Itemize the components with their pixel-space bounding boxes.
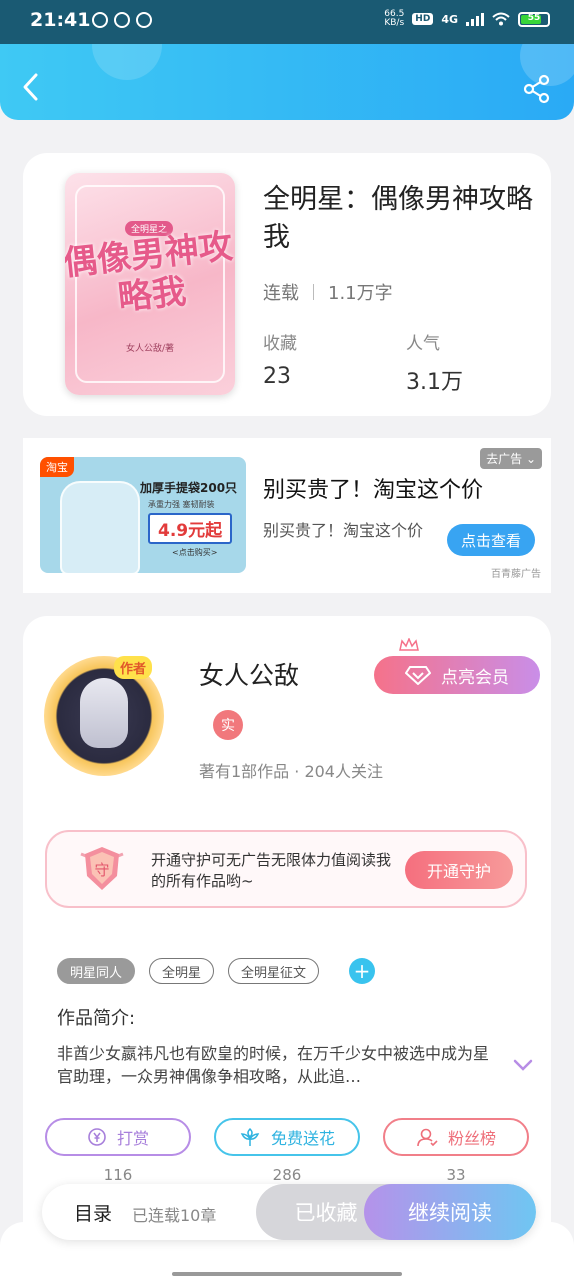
notification-icon: [92, 12, 108, 28]
ad-image-headline: 加厚手提袋200只: [140, 481, 238, 495]
status-bar: 21:41 66.5 KB/s HD 4G 55: [0, 0, 574, 44]
tag-list: 明星同人 全明星 全明星征文 +: [57, 958, 376, 984]
battery-icon: 55: [518, 11, 550, 27]
tag[interactable]: 明星同人: [57, 958, 136, 984]
guard-text: 开通守护可无广告无限体力值阅读我的所有作品哟~: [151, 851, 392, 890]
yen-coin-icon: [88, 1128, 106, 1146]
ad-source: 百青藤广告: [491, 569, 541, 580]
ad-image-cta: <点击购买>: [172, 548, 218, 557]
net-speed-unit: KB/s: [384, 18, 405, 28]
book-cover[interactable]: 全明星之 偶像男神攻略我 女人公敌/著: [65, 173, 235, 395]
net-speed: 66.5 KB/s: [384, 10, 404, 28]
back-arrow-icon[interactable]: [20, 72, 42, 102]
vip-button[interactable]: 点亮会员: [374, 638, 540, 694]
fans-rank-button[interactable]: 粉丝榜: [383, 1118, 529, 1156]
word-count: 1.1万字: [328, 283, 393, 304]
notification-icon: [114, 12, 130, 28]
vip-button-label: 点亮会员: [441, 667, 509, 688]
collect-value: 23: [263, 364, 291, 389]
chevron-down-icon: ⌄: [525, 452, 536, 466]
tag[interactable]: 全明星征文: [228, 958, 320, 984]
popularity-stat: 人气 3.1万: [406, 329, 463, 396]
taobao-badge: 淘宝: [40, 457, 74, 477]
diamond-icon: [405, 666, 431, 685]
guard-banner[interactable]: 守 开通守护可无广告无限体力值阅读我的所有作品哟~ 开通守护: [45, 830, 527, 908]
tag[interactable]: 全明星: [149, 958, 215, 984]
popularity-value: 3.1万: [406, 370, 463, 395]
tip-button[interactable]: 打赏: [45, 1118, 191, 1156]
action-counts: 116 286 33: [45, 1166, 529, 1184]
book-status: 连载: [263, 283, 299, 304]
notification-icon: [136, 12, 152, 28]
flower-count: 286: [272, 1166, 302, 1184]
signal-icon: [466, 12, 484, 26]
ad-image[interactable]: 淘宝 加厚手提袋200只 承重力强 塞韧耐装 4.9元起 <点击购买>: [40, 457, 246, 573]
wifi-icon: [492, 12, 510, 26]
crown-icon: [399, 638, 419, 651]
ad-title: 别买贵了！淘宝这个价: [263, 478, 484, 503]
share-icon[interactable]: [522, 74, 552, 104]
ad-image-price: 4.9元起: [148, 513, 233, 544]
collect-label: 收藏: [263, 334, 297, 354]
ad-view-button[interactable]: 点击查看: [447, 524, 535, 556]
tip-label: 打赏: [116, 1129, 149, 1148]
fans-label: 粉丝榜: [447, 1129, 496, 1148]
send-flower-button[interactable]: 免费送花: [214, 1118, 360, 1156]
home-indicator[interactable]: [172, 1272, 402, 1276]
collect-stat: 收藏 23: [263, 329, 297, 389]
bottom-action-bar: 目录 已连载10章 已收藏 继续阅读: [42, 1184, 536, 1240]
divider: [313, 284, 314, 300]
ad-close-button[interactable]: 去广告 ⌄: [480, 448, 542, 469]
fans-count: 33: [446, 1166, 466, 1184]
author-avatar-tag: 作者: [114, 656, 153, 679]
verified-badge: 实: [213, 710, 243, 740]
popularity-label: 人气: [406, 334, 440, 354]
flower-icon: [240, 1127, 260, 1146]
author-name[interactable]: 女人公敌: [199, 656, 299, 692]
hd-icon: HD: [412, 13, 434, 25]
author-card: 作者 女人公敌 实 著有1部作品 · 204人关注 点亮会员 守 开通守护可无广…: [23, 616, 551, 1256]
status-right: 66.5 KB/s HD 4G 55: [384, 10, 550, 28]
toc-button[interactable]: 目录: [74, 1199, 112, 1226]
user-icon: [417, 1128, 438, 1147]
intro-text: 非酋少女嬴祎凡也有欧皇的时候，在万千少女中被选中成为星官助理，一众男神偶像争相攻…: [57, 1044, 490, 1086]
book-meta: 连载 1.1万字: [263, 279, 393, 305]
author-actions: 打赏 免费送花 粉丝榜: [45, 1118, 529, 1156]
intro-label: 作品简介:: [57, 1008, 136, 1029]
open-guard-button[interactable]: 开通守护: [405, 851, 513, 889]
add-tag-icon[interactable]: +: [349, 958, 376, 984]
continue-reading-button[interactable]: 继续阅读: [364, 1184, 536, 1240]
ad-banner[interactable]: 淘宝 加厚手提袋200只 承重力强 塞韧耐装 4.9元起 <点击购买> 别买贵了…: [23, 438, 551, 593]
book-info-card: 全明星之 偶像男神攻略我 女人公敌/著 全明星：偶像男神攻略我 连载 1.1万字…: [23, 153, 551, 416]
book-title: 全明星：偶像男神攻略我: [263, 184, 533, 253]
ad-image-subtext: 承重力强 塞韧耐装: [148, 500, 215, 509]
notification-icons: [92, 12, 152, 28]
battery-level: 55: [527, 12, 541, 23]
cover-author: 女人公敌/著: [125, 344, 175, 354]
flower-label: 免费送花: [270, 1129, 335, 1148]
network-type: 4G: [441, 12, 458, 26]
header: 21:41 66.5 KB/s HD 4G 55: [0, 0, 574, 120]
bag-image: [60, 481, 140, 573]
author-avatar[interactable]: 作者: [44, 656, 164, 776]
author-meta: 著有1部作品 · 204人关注: [199, 762, 383, 781]
ad-description: 别买贵了！淘宝这个价: [263, 521, 424, 540]
tip-count: 116: [103, 1166, 133, 1184]
ad-close-label: 去广告: [486, 452, 523, 466]
shield-icon: 守: [80, 847, 124, 890]
chapter-count[interactable]: 已连载10章: [132, 1202, 216, 1226]
shield-char: 守: [94, 861, 109, 879]
status-time: 21:41: [30, 9, 91, 31]
expand-chevron-icon[interactable]: [513, 1058, 533, 1072]
